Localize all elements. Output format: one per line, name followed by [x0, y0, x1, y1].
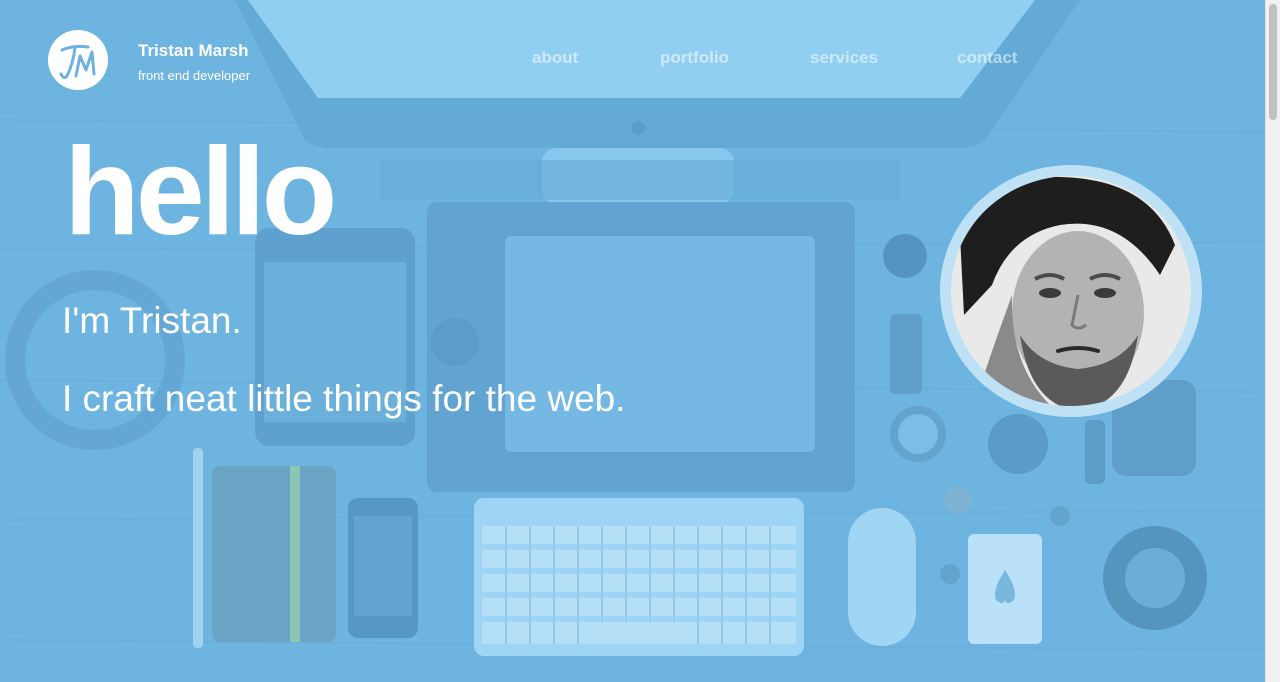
nav-link-about[interactable]: about — [532, 48, 578, 68]
scrollbar-thumb[interactable] — [1269, 4, 1277, 120]
tm-monogram-icon — [59, 44, 96, 80]
site-tagline: front end developer — [138, 68, 251, 83]
nav-link-portfolio[interactable]: portfolio — [660, 48, 729, 68]
hero-heading: hello — [64, 123, 337, 261]
nav-link-contact[interactable]: contact — [957, 48, 1017, 68]
site-owner-name: Tristan Marsh — [138, 41, 249, 60]
page: Tristan Marsh front end developer about … — [0, 0, 1280, 682]
hero-subtitle: I craft neat little things for the web. — [62, 378, 626, 419]
tm-logo-icon[interactable] — [48, 30, 108, 90]
nav-link-services[interactable]: services — [810, 48, 878, 68]
profile-avatar — [940, 165, 1202, 417]
hero-intro: I'm Tristan. — [62, 300, 242, 341]
profile-photo-icon — [951, 176, 1191, 406]
page-scrollbar[interactable] — [1265, 0, 1280, 682]
